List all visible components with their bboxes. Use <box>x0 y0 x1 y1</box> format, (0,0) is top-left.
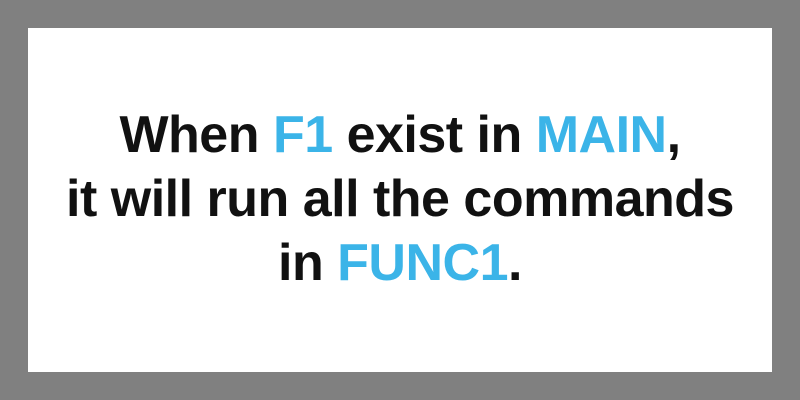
message-card: When F1 exist in MAIN, it will run all t… <box>28 28 772 372</box>
line1-text-3: , <box>666 106 681 164</box>
line1-text-1: When <box>119 106 273 164</box>
keyword-main: MAIN <box>535 106 667 164</box>
keyword-func1: FUNC1 <box>337 234 509 292</box>
message-line-1: When F1 exist in MAIN, <box>66 103 734 167</box>
message-line-3: in FUNC1. <box>66 231 734 295</box>
message-text: When F1 exist in MAIN, it will run all t… <box>66 103 734 295</box>
message-line-2: it will run all the commands <box>66 170 734 228</box>
line1-text-2: exist in <box>332 106 536 164</box>
line3-text-1: in <box>278 234 338 292</box>
line3-text-2: . <box>508 234 522 292</box>
keyword-f1: F1 <box>272 106 333 164</box>
